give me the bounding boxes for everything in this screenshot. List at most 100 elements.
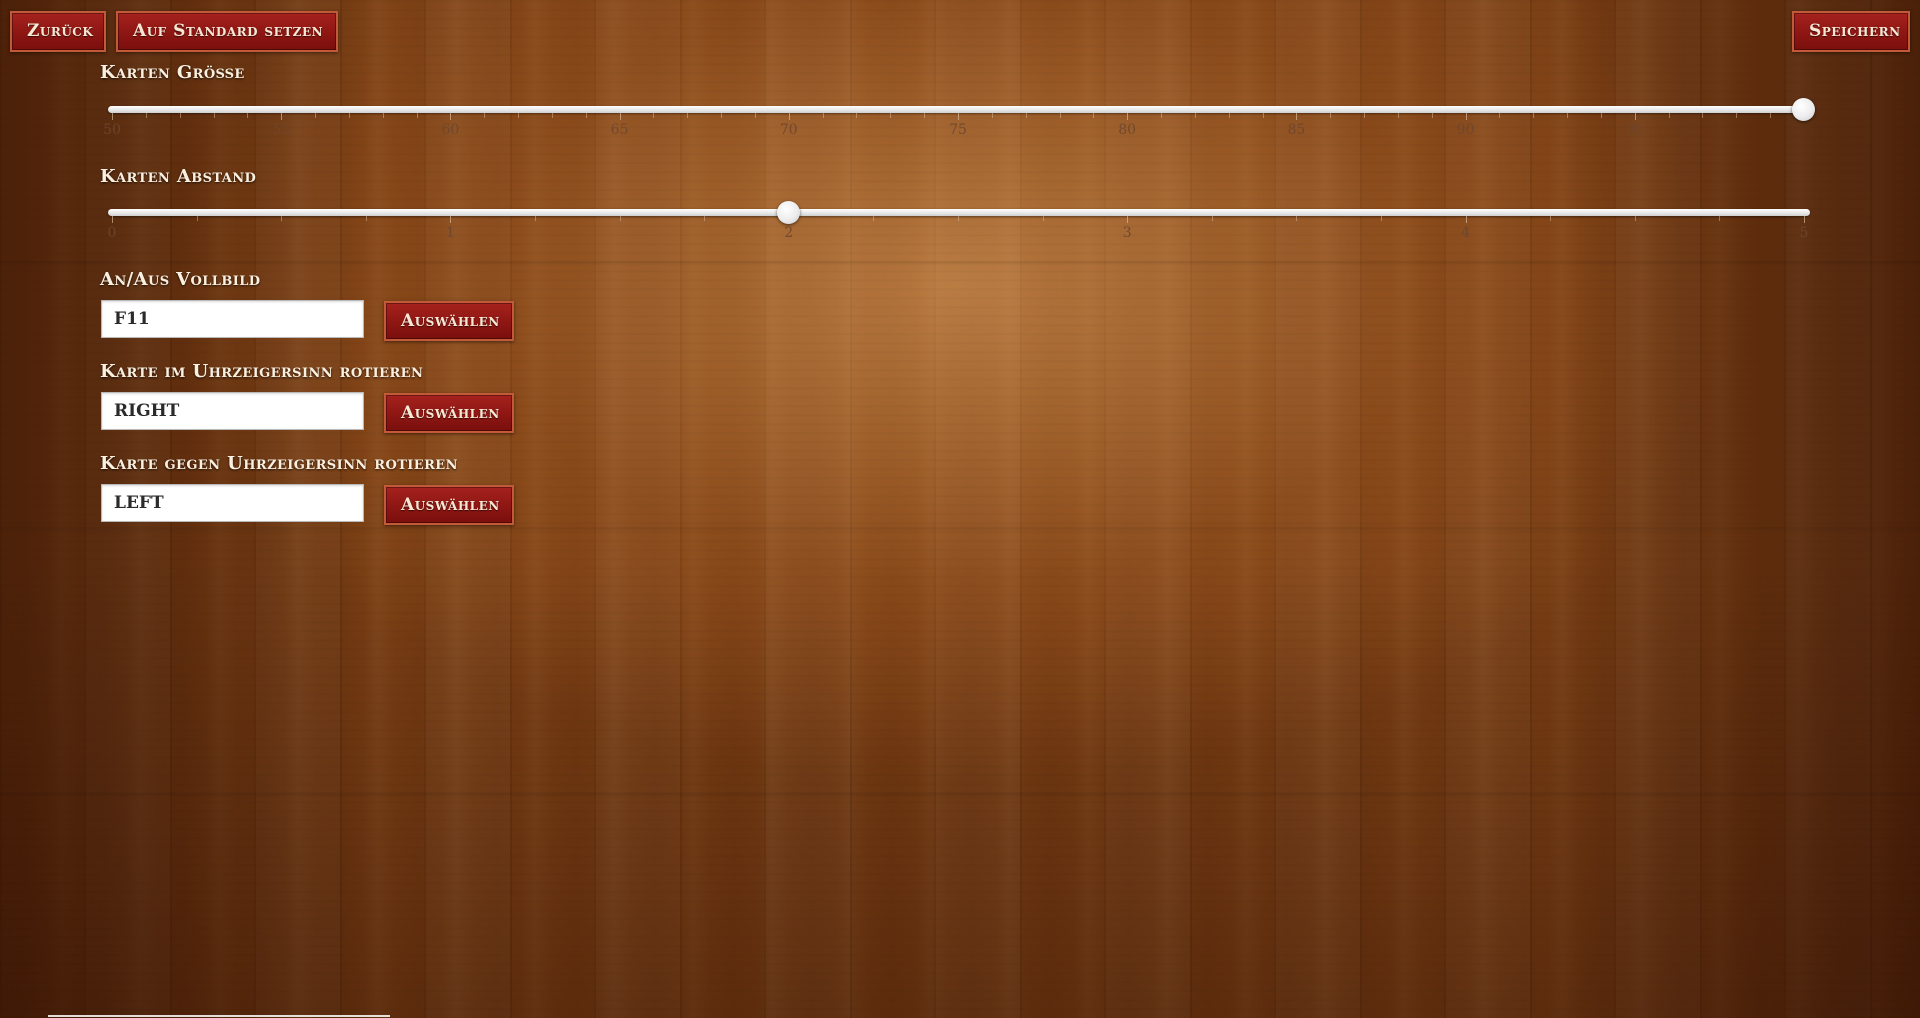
card-spacing-slider[interactable]: 0 1 2 3 4 5 xyxy=(108,198,1810,244)
slider-tick xyxy=(1634,216,1636,221)
fullscreen-toggle-label: An/Aus Vollbild xyxy=(100,269,261,290)
slider-tick xyxy=(585,113,587,118)
slider-tick-label: 3 xyxy=(1122,225,1132,241)
slider-tick xyxy=(518,113,520,118)
slider-tick xyxy=(1550,216,1552,221)
slider-tick xyxy=(1465,113,1467,120)
slider-tick xyxy=(653,113,655,118)
fullscreen-key-field[interactable]: F11 xyxy=(101,300,364,338)
slider-tick xyxy=(1194,113,1196,118)
slider-tick-label: 50 xyxy=(103,122,121,138)
slider-tick-label: 5 xyxy=(1799,225,1809,241)
fullscreen-select-button[interactable]: Auswählen xyxy=(384,301,514,341)
slider-tick xyxy=(1465,216,1467,223)
slider-tick xyxy=(1364,113,1366,118)
rotate-clockwise-label: Karte im Uhrzeigersinn rotieren xyxy=(100,361,424,382)
slider-tick xyxy=(1161,113,1163,118)
slider-tick xyxy=(281,113,283,120)
slider-tick xyxy=(484,113,486,118)
slider-tick xyxy=(1397,113,1399,118)
reset-defaults-button[interactable]: Auf Standard setzen xyxy=(116,11,338,52)
slider-tick-label: 75 xyxy=(949,122,967,138)
slider-handle[interactable] xyxy=(1792,98,1815,121)
slider-tick xyxy=(365,216,367,221)
slider-tick xyxy=(315,113,317,118)
slider-tick xyxy=(1262,113,1264,118)
card-size-label: Karten Größe xyxy=(100,62,245,83)
slider-tick xyxy=(1330,113,1332,118)
rotate-counterclockwise-label: Karte gegen Uhrzeigersinn rotieren xyxy=(100,453,458,474)
rotate-clockwise-select-button[interactable]: Auswählen xyxy=(384,393,514,433)
slider-tick-label: 95 xyxy=(1625,122,1644,138)
slider-tick xyxy=(856,113,858,118)
slider-track[interactable] xyxy=(108,209,1810,216)
slider-tick xyxy=(1702,113,1704,118)
card-size-slider[interactable]: 50 55 60 65 70 75 80 85 90 95 xyxy=(103,95,1815,141)
slider-tick xyxy=(281,216,283,221)
rotate-clockwise-key-field[interactable]: RIGHT xyxy=(101,392,364,430)
slider-tick-label: 85 xyxy=(1287,122,1306,138)
slider-tick xyxy=(348,113,350,118)
slider-tick xyxy=(179,113,181,118)
slider-tick xyxy=(1719,216,1721,221)
slider-tick xyxy=(196,216,198,221)
slider-tick-label: 1 xyxy=(445,225,455,241)
slider-tick xyxy=(247,113,249,118)
slider-tick xyxy=(619,113,621,120)
rotate-counterclockwise-select-button[interactable]: Auswählen xyxy=(384,485,514,525)
slider-handle[interactable] xyxy=(776,201,800,224)
slider-tick-label: 4 xyxy=(1461,225,1471,241)
slider-tick xyxy=(687,113,689,118)
slider-tick xyxy=(1127,216,1129,223)
slider-tick xyxy=(416,113,418,118)
slider-tick-label: 70 xyxy=(779,122,798,138)
slider-tick xyxy=(1093,113,1095,118)
slider-tick xyxy=(788,113,790,120)
slider-tick-label: 55 xyxy=(272,122,291,138)
slider-tick xyxy=(958,216,959,221)
slider-tick xyxy=(1296,216,1298,221)
slider-tick xyxy=(551,113,553,118)
slider-tick xyxy=(1296,113,1298,120)
slider-tick-label: 2 xyxy=(784,225,794,241)
slider-tick xyxy=(1770,113,1772,118)
slider-tick xyxy=(1211,216,1213,221)
slider-tick xyxy=(958,113,959,120)
slider-tick xyxy=(1025,113,1027,118)
slider-tick xyxy=(873,216,875,221)
slider-tick-label: 65 xyxy=(610,122,629,138)
slider-tick xyxy=(754,113,756,118)
slider-tick xyxy=(1567,113,1569,118)
slider-tick xyxy=(1533,113,1535,118)
card-spacing-label: Karten Abstand xyxy=(100,166,257,187)
slider-tick xyxy=(1127,113,1129,120)
slider-tick xyxy=(619,216,621,221)
slider-tick xyxy=(112,113,113,120)
slider-tick xyxy=(822,113,824,118)
slider-tick xyxy=(1736,113,1738,118)
slider-tick xyxy=(112,216,113,223)
slider-track[interactable] xyxy=(108,106,1810,113)
rotate-counterclockwise-key-field[interactable]: LEFT xyxy=(101,484,364,522)
slider-tick xyxy=(450,113,452,120)
slider-tick-label: 80 xyxy=(1118,122,1137,138)
slider-tick xyxy=(535,216,536,221)
slider-tick xyxy=(704,216,706,221)
slider-tick xyxy=(991,113,993,118)
slider-tick xyxy=(1381,216,1382,221)
slider-tick-label: 60 xyxy=(441,122,460,138)
slider-tick xyxy=(1431,113,1433,118)
slider-tick xyxy=(924,113,926,118)
slider-tick xyxy=(1600,113,1602,118)
slider-tick xyxy=(382,113,384,118)
slider-tick xyxy=(1499,113,1501,118)
save-button[interactable]: Speichern xyxy=(1792,11,1910,52)
back-button[interactable]: Zurück xyxy=(10,11,106,52)
slider-tick xyxy=(1634,113,1636,120)
slider-tick xyxy=(450,216,452,223)
slider-tick-label: 90 xyxy=(1456,122,1475,138)
slider-tick xyxy=(1228,113,1230,118)
slider-tick xyxy=(1059,113,1061,118)
slider-tick xyxy=(1804,216,1805,223)
slider-tick-label: 0 xyxy=(107,225,117,241)
